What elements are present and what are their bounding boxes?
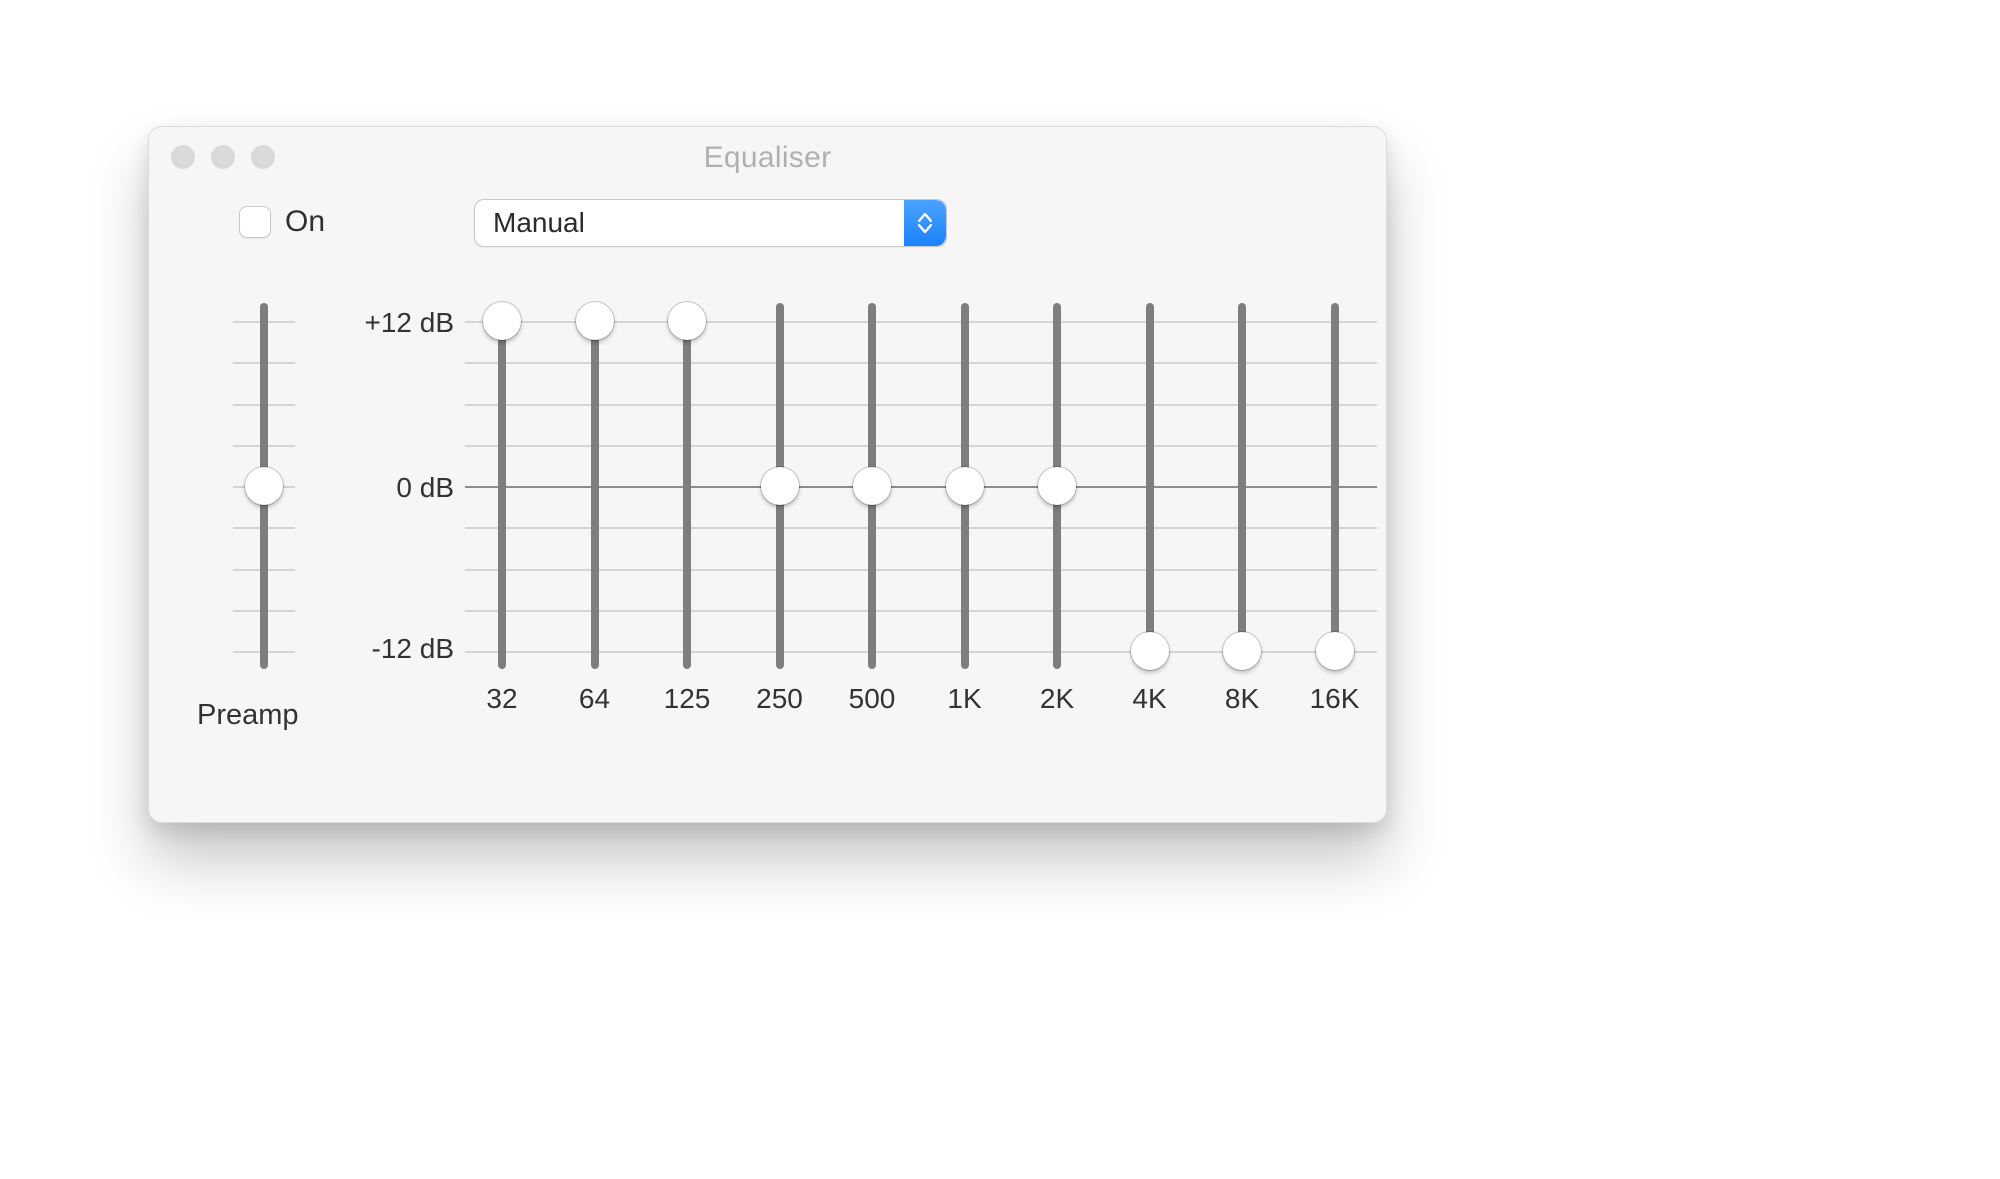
- slider-track: [1238, 303, 1246, 669]
- band-label-4K: 4K: [1104, 683, 1196, 715]
- eq-area: +12 dB 0 dB -12 dB Preamp 32641252505001…: [149, 287, 1386, 787]
- band-slider-2K[interactable]: [1036, 303, 1078, 695]
- preset-selected-label: Manual: [475, 207, 904, 239]
- window-title: Equaliser: [704, 141, 832, 175]
- slider-thumb[interactable]: [483, 302, 521, 340]
- band-label-32: 32: [456, 683, 548, 715]
- scale-label-top: +12 dB: [334, 307, 454, 339]
- slider-track: [498, 303, 506, 669]
- controls-row: On Manual: [149, 199, 1386, 259]
- window-controls: [171, 145, 275, 169]
- equaliser-window: Equaliser On Manual +12 dB 0 dB -12 dB: [148, 126, 1387, 823]
- slider-thumb[interactable]: [1131, 632, 1169, 670]
- slider-thumb[interactable]: [576, 302, 614, 340]
- band-label-2K: 2K: [1011, 683, 1103, 715]
- slider-track: [1331, 303, 1339, 669]
- slider-thumb[interactable]: [1316, 632, 1354, 670]
- scale-label-mid: 0 dB: [334, 472, 454, 504]
- band-slider-125[interactable]: [666, 303, 708, 695]
- chevron-up-down-icon: [904, 200, 946, 246]
- slider-track: [591, 303, 599, 669]
- band-label-250: 250: [734, 683, 826, 715]
- band-label-64: 64: [549, 683, 641, 715]
- slider-thumb[interactable]: [1038, 467, 1076, 505]
- on-checkbox[interactable]: [239, 206, 271, 238]
- slider-thumb[interactable]: [668, 302, 706, 340]
- scale-label-bot: -12 dB: [334, 633, 454, 665]
- minimize-icon[interactable]: [211, 145, 235, 169]
- slider-thumb[interactable]: [245, 467, 283, 505]
- on-label: On: [285, 205, 325, 239]
- band-slider-1K[interactable]: [944, 303, 986, 695]
- band-slider-16K[interactable]: [1314, 303, 1356, 695]
- slider-thumb[interactable]: [761, 467, 799, 505]
- band-slider-250[interactable]: [759, 303, 801, 695]
- band-label-500: 500: [826, 683, 918, 715]
- band-label-125: 125: [641, 683, 733, 715]
- slider-thumb[interactable]: [946, 467, 984, 505]
- band-slider-32[interactable]: [481, 303, 523, 695]
- band-slider-4K[interactable]: [1129, 303, 1171, 695]
- band-slider-64[interactable]: [574, 303, 616, 695]
- zoom-icon[interactable]: [251, 145, 275, 169]
- slider-thumb[interactable]: [1223, 632, 1261, 670]
- slider-track: [683, 303, 691, 669]
- preset-select[interactable]: Manual: [474, 199, 947, 247]
- titlebar: Equaliser: [149, 127, 1386, 185]
- preamp-label: Preamp: [197, 699, 299, 732]
- band-label-8K: 8K: [1196, 683, 1288, 715]
- band-label-16K: 16K: [1289, 683, 1381, 715]
- preamp-slider[interactable]: [243, 303, 285, 695]
- slider-thumb[interactable]: [853, 467, 891, 505]
- band-slider-8K[interactable]: [1221, 303, 1263, 695]
- slider-track: [1146, 303, 1154, 669]
- close-icon[interactable]: [171, 145, 195, 169]
- band-slider-500[interactable]: [851, 303, 893, 695]
- band-label-1K: 1K: [919, 683, 1011, 715]
